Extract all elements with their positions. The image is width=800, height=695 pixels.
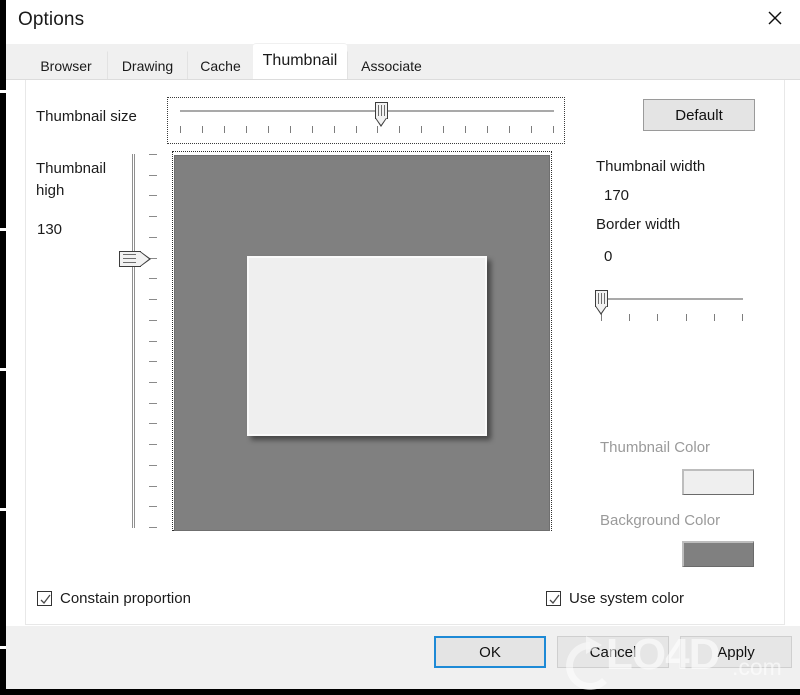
slider-thumb[interactable] bbox=[594, 290, 608, 316]
slider-ticks bbox=[180, 126, 554, 134]
thumbnail-size-label: Thumbnail size bbox=[36, 108, 137, 125]
constrain-proportion-checkbox[interactable]: Constain proportion bbox=[37, 590, 191, 607]
slider-track bbox=[132, 154, 135, 528]
tab-label: Cache bbox=[200, 57, 241, 74]
border-width-value: 0 bbox=[604, 248, 613, 265]
tab-label: Drawing bbox=[121, 57, 174, 74]
border-width-label: Border width bbox=[596, 216, 681, 233]
thumbnail-high-label-line1: Thumbnail bbox=[36, 160, 107, 177]
tab-label: Thumbnail bbox=[262, 52, 338, 69]
close-icon[interactable] bbox=[752, 0, 798, 36]
thumbnail-width-value: 170 bbox=[604, 187, 630, 204]
tab-label: Browser bbox=[40, 57, 92, 74]
thumbnail-size-slider[interactable] bbox=[167, 97, 565, 144]
apply-button[interactable]: Apply bbox=[680, 636, 792, 668]
border-width-slider[interactable] bbox=[594, 287, 746, 327]
default-button[interactable]: Default bbox=[643, 99, 755, 131]
tab-label: Associate bbox=[361, 57, 422, 74]
thumbnail-preview[interactable] bbox=[174, 155, 550, 531]
slider-ticks bbox=[601, 314, 743, 322]
checkbox-label: Use system color bbox=[569, 590, 685, 607]
tab-cache[interactable]: Cache bbox=[187, 51, 253, 79]
slider-track bbox=[180, 110, 554, 112]
background-color-swatch[interactable] bbox=[682, 541, 754, 567]
tab-associate[interactable]: Associate bbox=[347, 51, 435, 79]
page-title: Options bbox=[18, 9, 85, 30]
checkbox-box bbox=[37, 591, 52, 606]
title-bar: Options bbox=[6, 0, 800, 44]
tab-drawing[interactable]: Drawing bbox=[107, 51, 187, 79]
checkbox-box bbox=[546, 591, 561, 606]
slider-ticks bbox=[149, 154, 159, 528]
thumbnail-color-label: Thumbnail Color bbox=[600, 439, 711, 456]
slider-track bbox=[601, 298, 743, 300]
tab-thumbnail[interactable]: Thumbnail bbox=[253, 43, 347, 79]
thumbnail-high-value: 130 bbox=[37, 221, 63, 238]
slider-thumb[interactable] bbox=[375, 102, 389, 128]
thumbnail-color-swatch[interactable] bbox=[682, 469, 754, 495]
dialog-footer: OK Cancel Apply bbox=[6, 626, 800, 689]
checkbox-label: Constain proportion bbox=[60, 590, 191, 607]
thumbnail-width-label: Thumbnail width bbox=[596, 158, 706, 175]
tab-strip: Browser Drawing Cache Thumbnail Associate bbox=[6, 43, 800, 80]
window-bottom-edge bbox=[0, 689, 800, 695]
slider-thumb[interactable] bbox=[119, 250, 152, 267]
thumbnail-high-label-line2: high bbox=[36, 182, 65, 199]
cancel-button[interactable]: Cancel bbox=[557, 636, 669, 668]
use-system-color-checkbox[interactable]: Use system color bbox=[546, 590, 684, 607]
thumbnail-high-slider[interactable] bbox=[119, 152, 165, 530]
ok-button[interactable]: OK bbox=[434, 636, 546, 668]
tab-browser[interactable]: Browser bbox=[25, 51, 107, 79]
preview-thumbnail-rect bbox=[247, 256, 487, 436]
background-color-label: Background Color bbox=[600, 512, 721, 529]
window-left-edge bbox=[0, 0, 6, 695]
options-dialog: Options Browser Drawing Cache Thumbnail Asso… bbox=[0, 0, 800, 695]
